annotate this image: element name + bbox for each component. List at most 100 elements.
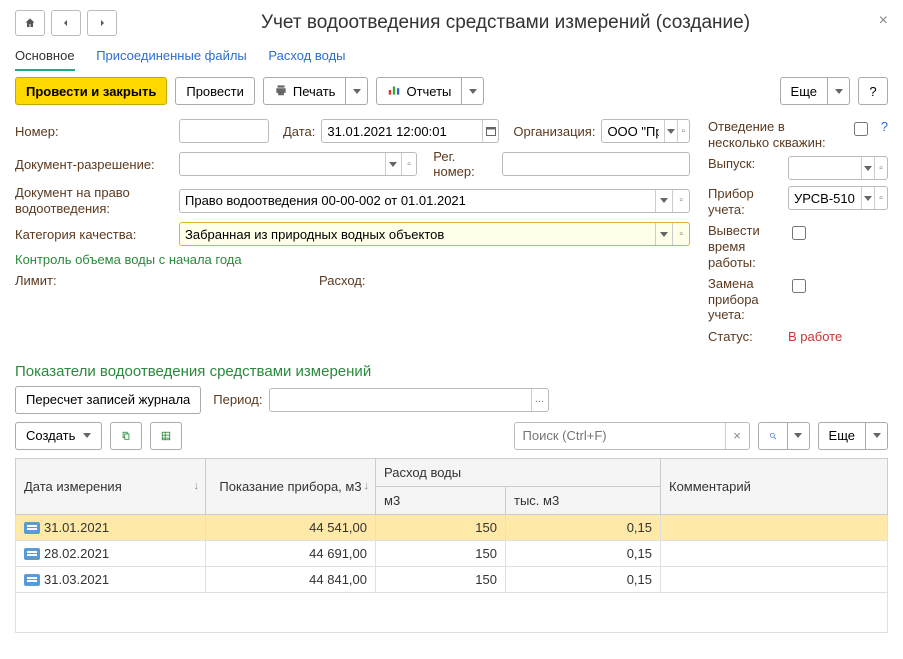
col-thous[interactable]: тыс. м3 — [506, 486, 661, 514]
nav-back-button[interactable] — [51, 10, 81, 36]
chevron-down-icon — [667, 129, 675, 134]
print-button[interactable]: Печать — [263, 77, 347, 105]
date-picker-button[interactable] — [482, 120, 498, 142]
permit-open-button[interactable]: ▫ — [401, 153, 417, 175]
home-icon — [24, 17, 36, 29]
col-comment[interactable]: Комментарий — [661, 458, 888, 514]
cell-thous: 0,15 — [506, 566, 661, 592]
table-more-dropdown-button[interactable] — [866, 422, 888, 450]
reports-button[interactable]: Отчеты — [376, 77, 462, 105]
period-picker-button[interactable]: … — [531, 389, 548, 411]
col-reading[interactable]: Показание прибора, м3↓ — [206, 458, 376, 514]
quality-open-button[interactable]: ▫ — [672, 223, 689, 245]
page-title: Учет водоотведения средствами измерений … — [123, 12, 888, 34]
tabs-bar: Основное Присоединенные файлы Расход вод… — [15, 48, 888, 63]
number-label: Номер: — [15, 124, 173, 139]
create-button[interactable]: Создать — [15, 422, 102, 450]
col-m3[interactable]: м3 — [376, 486, 506, 514]
device-dropdown-button[interactable] — [861, 187, 874, 209]
search-input[interactable] — [515, 423, 725, 449]
consumption-label: Расход: — [319, 273, 365, 288]
org-label: Организация: — [513, 124, 595, 139]
post-button[interactable]: Провести — [175, 77, 255, 105]
right-doc-dropdown-button[interactable] — [655, 190, 672, 212]
tab-main[interactable]: Основное — [15, 48, 75, 71]
worktime-checkbox[interactable] — [792, 226, 806, 240]
device-input[interactable] — [789, 187, 861, 209]
search-combo: × — [514, 422, 750, 450]
cell-date: 28.02.2021 — [44, 546, 109, 561]
permit-input[interactable] — [180, 153, 385, 175]
sort-arrow-icon: ↓ — [364, 480, 370, 492]
reports-button-group: Отчеты — [376, 77, 484, 105]
outlet-open-button[interactable]: ▫ — [874, 157, 887, 179]
search-button[interactable] — [758, 422, 788, 450]
outlet-input[interactable] — [789, 157, 861, 179]
chevron-down-icon — [469, 89, 477, 94]
chevron-down-icon — [794, 433, 802, 438]
org-open-button[interactable]: ▫ — [677, 120, 689, 142]
quality-dropdown-button[interactable] — [655, 223, 672, 245]
cell-comment — [661, 540, 888, 566]
chevron-down-icon — [83, 433, 91, 438]
reg-label: Рег. номер: — [433, 149, 496, 179]
table-more-button[interactable]: Еще — [818, 422, 866, 450]
chevron-down-icon — [660, 232, 668, 237]
chevron-down-icon — [660, 198, 668, 203]
table-row[interactable]: 28.02.2021 44 691,00 150 0,15 — [16, 540, 888, 566]
chevron-down-icon — [864, 196, 872, 201]
cell-thous: 0,15 — [506, 540, 661, 566]
date-input[interactable] — [322, 120, 482, 142]
post-and-close-button[interactable]: Провести и закрыть — [15, 77, 167, 105]
print-button-group: Печать — [263, 77, 369, 105]
arrow-right-icon — [96, 17, 108, 29]
close-button[interactable]: × — [879, 12, 888, 30]
recount-button[interactable]: Пересчет записей журнала — [15, 386, 201, 414]
cell-m3: 150 — [376, 566, 506, 592]
org-combo: ▫ — [601, 119, 690, 143]
multi-wells-help[interactable]: ? — [881, 119, 888, 134]
more-button-group: Еще — [780, 77, 850, 105]
right-doc-open-button[interactable]: ▫ — [672, 190, 689, 212]
nav-forward-button[interactable] — [87, 10, 117, 36]
tab-water-consumption[interactable]: Расход воды — [268, 48, 345, 63]
table-more-group: Еще — [818, 422, 888, 450]
table-row[interactable]: 31.01.2021 44 541,00 150 0,15 — [16, 514, 888, 540]
more-dropdown-button[interactable] — [828, 77, 850, 105]
multi-wells-checkbox[interactable] — [854, 122, 868, 136]
control-heading: Контроль объема воды с начала года — [15, 252, 690, 267]
org-input[interactable] — [602, 120, 664, 142]
permit-dropdown-button[interactable] — [385, 153, 401, 175]
right-doc-input[interactable] — [180, 190, 655, 212]
cell-date: 31.03.2021 — [44, 572, 109, 587]
copy-button[interactable] — [110, 422, 142, 450]
print-label: Печать — [293, 84, 336, 99]
cell-m3: 150 — [376, 540, 506, 566]
more-button[interactable]: Еще — [780, 77, 828, 105]
cell-date: 31.01.2021 — [44, 520, 109, 535]
date-combo — [321, 119, 499, 143]
reports-dropdown-button[interactable] — [462, 77, 484, 105]
reg-input[interactable] — [502, 152, 690, 176]
print-dropdown-button[interactable] — [346, 77, 368, 105]
period-input[interactable] — [270, 389, 531, 411]
device-open-button[interactable]: ▫ — [874, 187, 887, 209]
org-dropdown-button[interactable] — [664, 120, 676, 142]
search-clear-button[interactable]: × — [725, 423, 749, 449]
chevron-down-icon — [389, 162, 397, 167]
number-input[interactable] — [179, 119, 269, 143]
search-dropdown-button[interactable] — [788, 422, 810, 450]
outlet-dropdown-button[interactable] — [861, 157, 874, 179]
row-icon — [24, 574, 40, 586]
col-flow[interactable]: Расход воды — [376, 458, 661, 486]
cell-reading: 44 841,00 — [206, 566, 376, 592]
col-date[interactable]: Дата измерения↓ — [16, 458, 206, 514]
grid-icon-button[interactable] — [150, 422, 182, 450]
help-button[interactable]: ? — [858, 77, 888, 105]
tab-attached-files[interactable]: Присоединенные файлы — [96, 48, 247, 63]
replace-checkbox[interactable] — [792, 279, 806, 293]
home-button[interactable] — [15, 10, 45, 36]
magnifier-icon — [769, 429, 777, 443]
table-row[interactable]: 31.03.2021 44 841,00 150 0,15 — [16, 566, 888, 592]
quality-input[interactable] — [180, 223, 655, 245]
